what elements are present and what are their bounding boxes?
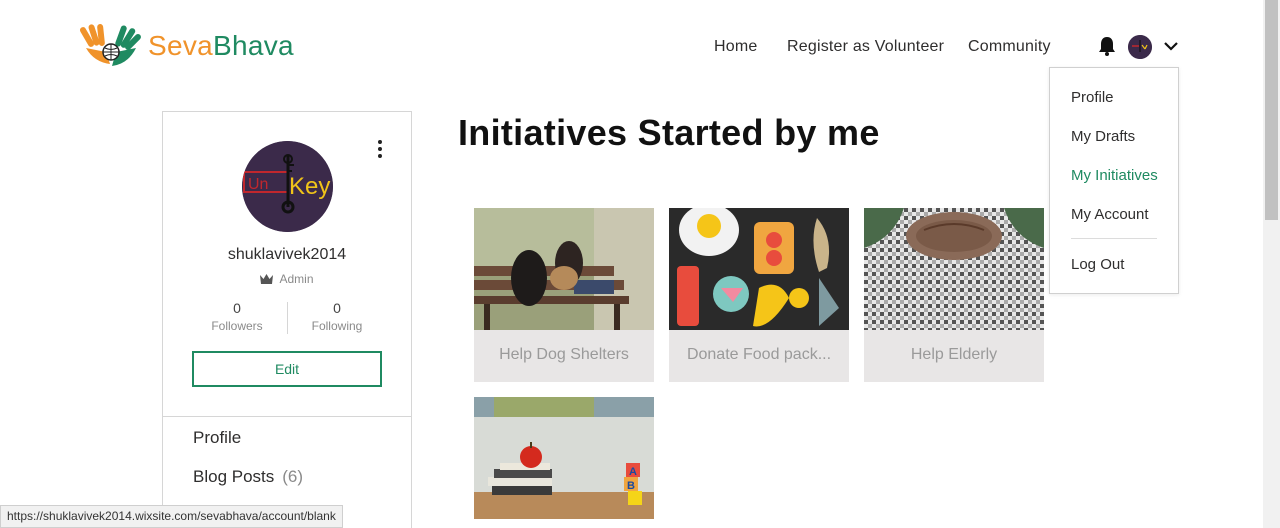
site-name: SevaBhava (148, 30, 294, 62)
profile-card: Un Key shuklavivek2014 Admin 0 Followers… (162, 111, 412, 417)
browser-status-bar: https://shuklavivek2014.wixsite.com/seva… (0, 505, 343, 528)
profile-username: shuklavivek2014 (227, 246, 347, 263)
followers-label: Followers (211, 319, 263, 333)
following-label: Following (311, 319, 363, 333)
followers-count: 0 (233, 300, 241, 316)
side-item-profile[interactable]: Profile (193, 428, 241, 448)
chevron-down-icon[interactable] (1163, 40, 1179, 52)
avatar-key-text: Key (289, 173, 330, 200)
site-logo[interactable]: SevaBhava (80, 22, 294, 70)
more-options-icon[interactable] (376, 140, 384, 160)
crown-icon (260, 274, 274, 284)
page-title: Initiatives Started by me (458, 112, 880, 153)
site-name-bhava: Bhava (213, 30, 294, 61)
scrollbar-thumb[interactable] (1265, 0, 1278, 220)
menu-divider (1071, 238, 1157, 239)
menu-item-profile[interactable]: Profile (1071, 89, 1114, 106)
site-name-seva: Seva (148, 30, 214, 61)
menu-item-log-out[interactable]: Log Out (1071, 256, 1124, 273)
edit-profile-button[interactable]: Edit (192, 351, 382, 387)
profile-avatar[interactable]: Un Key (242, 141, 333, 232)
menu-item-my-account[interactable]: My Account (1071, 206, 1149, 223)
initiative-card[interactable]: Help Dog Shelters (474, 208, 654, 382)
initiative-card[interactable]: Donate Food pack... (669, 208, 849, 382)
bell-icon[interactable] (1098, 36, 1116, 56)
blog-posts-count: (6) (282, 467, 304, 486)
svg-text:Un: Un (248, 176, 268, 193)
user-avatar[interactable] (1128, 35, 1152, 59)
hands-globe-logo-icon (80, 24, 141, 66)
initiative-image-food (669, 208, 849, 330)
avatar-key-logo: Un Key (242, 141, 333, 232)
initiative-image-elderly (864, 208, 1044, 330)
menu-item-my-initiatives[interactable]: My Initiatives (1071, 167, 1158, 184)
initiative-card[interactable]: Help Elderly (864, 208, 1044, 382)
profile-role: Admin (163, 272, 411, 286)
initiative-caption: Help Elderly (864, 330, 1044, 382)
nav-community[interactable]: Community (968, 38, 1051, 56)
account-dropdown-menu: Profile My Drafts My Initiatives My Acco… (1049, 67, 1179, 294)
initiative-image-books: A B (474, 397, 654, 519)
nav-register-volunteer[interactable]: Register as Volunteer (787, 38, 944, 56)
following-stat[interactable]: 0 Following (287, 300, 387, 333)
initiative-card[interactable]: A B (474, 397, 654, 519)
blog-posts-label: Blog Posts (193, 467, 275, 486)
followers-stat[interactable]: 0 Followers (187, 300, 287, 333)
svg-text:A: A (629, 466, 637, 478)
svg-text:B: B (627, 480, 635, 492)
initiative-caption: Donate Food pack... (669, 330, 849, 382)
initiative-caption: Help Dog Shelters (474, 330, 654, 382)
avatar-key-icon (1128, 35, 1152, 59)
role-label: Admin (279, 272, 314, 286)
menu-item-my-drafts[interactable]: My Drafts (1071, 128, 1135, 145)
initiative-image-dogs (474, 208, 654, 330)
side-item-blog-posts[interactable]: Blog Posts (6) (193, 467, 303, 487)
following-count: 0 (333, 300, 341, 316)
nav-home[interactable]: Home (714, 38, 757, 56)
